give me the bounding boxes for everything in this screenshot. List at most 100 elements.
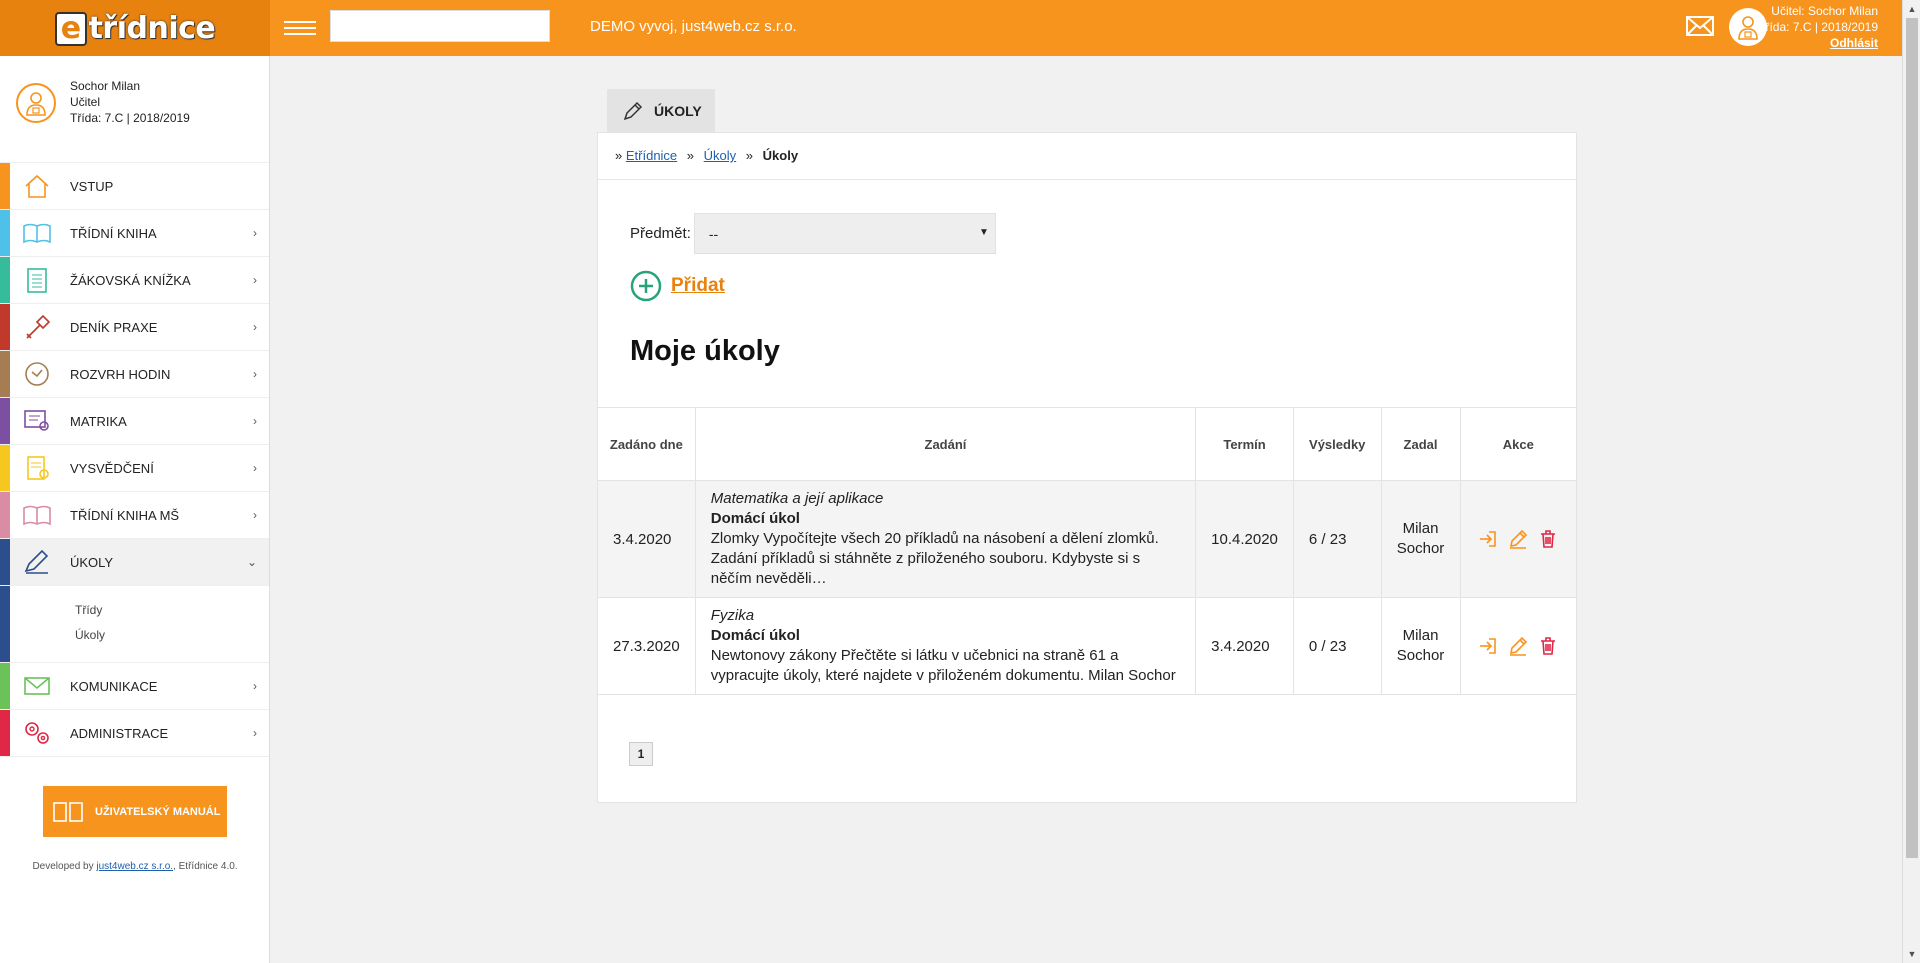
chevron-right-icon: › [253, 367, 257, 381]
tasks-table: Zadáno dne Zadání Termín Výsledky Zadal … [598, 407, 1576, 695]
task-cell: Matematika a její aplikace Domácí úkol Z… [695, 480, 1197, 598]
sidebar-item-tridni-kniha-ms[interactable]: TŘÍDNÍ KNIHA MŠ › [0, 492, 269, 539]
submenu-item-ukoly[interactable]: Úkoly [75, 623, 269, 648]
notebook-icon [27, 268, 47, 293]
col-term[interactable]: Termín [1195, 407, 1294, 481]
scroll-down-icon[interactable]: ▼ [1903, 945, 1920, 963]
sidebar-item-zakovska[interactable]: ŽÁKOVSKÁ KNÍŽKA › [0, 257, 269, 304]
sidebar: Sochor Milan Učitel Třída: 7.C | 2018/20… [0, 56, 270, 963]
subject-select[interactable]: -- ▼ [693, 213, 996, 254]
avatar [16, 83, 56, 123]
scrollbar[interactable]: ▲ ▼ [1902, 0, 1920, 963]
task-type: Domácí úkol [710, 510, 800, 527]
chevron-right-icon: › [253, 461, 257, 475]
task-type: Domácí úkol [710, 627, 800, 644]
sidebar-item-matrika[interactable]: MATRIKA › [0, 398, 269, 445]
scroll-thumb[interactable] [1906, 18, 1918, 858]
user-info: Učitel: Sochor Milan Třída: 7.C | 2018/2… [1758, 4, 1878, 50]
task-term: 10.4.2020 [1195, 480, 1294, 598]
task-subject: Fyzika [710, 607, 755, 624]
table-header: Zadáno dne Zadání Termín Výsledky Zadal … [598, 407, 1576, 481]
user-icon [26, 92, 46, 116]
book-icon [23, 505, 51, 526]
sidebar-item-ukoly[interactable]: ÚKOLY ⌄ [0, 539, 269, 586]
profile: Sochor Milan Učitel Třída: 7.C | 2018/20… [0, 56, 269, 163]
dropdown-arrow-icon: ▼ [978, 227, 989, 238]
content-panel: » Etřídnice » Úkoly » Úkoly Předmět: -- … [597, 132, 1577, 803]
developer-link[interactable]: just4web.cz s.r.o. [96, 861, 173, 872]
chevron-right-icon: › [253, 679, 257, 693]
profile-text: Sochor Milan Učitel Třída: 7.C | 2018/20… [70, 79, 190, 125]
pagination-page-1[interactable]: 1 [629, 742, 653, 766]
add-task-button[interactable]: Přidat [630, 270, 725, 302]
task-subject: Matematika a její aplikace [710, 490, 884, 507]
pen-icon [24, 549, 49, 574]
breadcrumb-link-ukoly[interactable]: Úkoly [704, 148, 737, 163]
task-actions [1460, 597, 1576, 695]
report-icon [27, 456, 49, 480]
edit-icon[interactable] [1508, 529, 1528, 549]
certificate-icon [24, 410, 49, 431]
sidebar-item-rozvrh[interactable]: ROZVRH HODIN › [0, 351, 269, 398]
scroll-up-icon[interactable]: ▲ [1903, 0, 1920, 18]
breadcrumb: » Etřídnice » Úkoly » Úkoly [598, 133, 1576, 180]
task-author: Milan Sochor [1381, 597, 1461, 695]
mail-icon[interactable] [1686, 16, 1714, 36]
logout-link[interactable]: Odhlásit [1830, 36, 1878, 50]
school-name: DEMO vyvoj, just4web.cz s.r.o. [590, 18, 797, 35]
sidebar-item-tridni-kniha[interactable]: TŘÍDNÍ KNIHA › [0, 210, 269, 257]
sidebar-item-vysvedceni[interactable]: VYSVĚDČENÍ › [0, 445, 269, 492]
chevron-right-icon: › [253, 320, 257, 334]
plus-circle-icon [630, 270, 662, 302]
chevron-right-icon: › [253, 273, 257, 287]
user-manual-button[interactable]: UŽIVATELSKÝ MANUÁL [43, 786, 227, 837]
page-title: Moje úkoly [630, 335, 780, 367]
ukoly-submenu: Třídy Úkoly [0, 586, 269, 663]
submenu-item-tridy[interactable]: Třídy [75, 598, 269, 623]
open-icon[interactable] [1478, 529, 1498, 549]
tab-ukoly[interactable]: ÚKOLY [607, 89, 715, 133]
home-icon [25, 174, 49, 198]
top-bar: e třídnice DEMO vyvoj, just4web.cz s.r.o.… [0, 0, 1902, 56]
gears-icon [25, 722, 49, 744]
task-date: 27.3.2020 [598, 597, 696, 695]
delete-icon[interactable] [1538, 636, 1558, 656]
footer-credits: Developed by just4web.cz s.r.o., Etřídni… [32, 861, 238, 872]
task-term: 3.4.2020 [1195, 597, 1294, 695]
col-actions: Akce [1460, 407, 1576, 481]
chevron-right-icon: › [253, 226, 257, 240]
menu-toggle-icon[interactable] [284, 17, 316, 39]
table-row: 27.3.2020 Fyzika Domácí úkol Newtonovy z… [598, 597, 1576, 695]
user-icon [1738, 16, 1758, 40]
subject-filter: Předmět: -- ▼ [630, 213, 996, 254]
search-input[interactable] [330, 10, 550, 42]
sidebar-item-administrace[interactable]: ADMINISTRACE › [0, 710, 269, 757]
pencil-icon [623, 101, 643, 121]
col-date[interactable]: Zadáno dne [598, 407, 696, 481]
col-results[interactable]: Výsledky [1293, 407, 1382, 481]
open-icon[interactable] [1478, 636, 1498, 656]
col-author[interactable]: Zadal [1381, 407, 1461, 481]
sidebar-item-denik-praxe[interactable]: DENÍK PRAXE › [0, 304, 269, 351]
sidebar-item-komunikace[interactable]: KOMUNIKACE › [0, 663, 269, 710]
tools-icon [26, 314, 51, 339]
chevron-right-icon: › [253, 726, 257, 740]
col-task[interactable]: Zadání [695, 407, 1197, 481]
delete-icon[interactable] [1538, 529, 1558, 549]
mail-icon [24, 677, 50, 695]
edit-icon[interactable] [1508, 636, 1528, 656]
task-results: 6 / 23 [1293, 480, 1382, 598]
book-icon [23, 223, 51, 244]
logo-text: e třídnice [54, 11, 216, 46]
main-nav: VSTUP TŘÍDNÍ KNIHA › ŽÁKOVSKÁ KNÍŽKA › D… [0, 163, 269, 757]
subject-label: Předmět: [630, 225, 691, 242]
task-author: Milan Sochor [1381, 480, 1461, 598]
task-description: Zlomky Vypočítejte všech 20 příkladů na … [710, 530, 1159, 587]
task-date: 3.4.2020 [598, 480, 696, 598]
task-results: 0 / 23 [1293, 597, 1382, 695]
breadcrumb-current: Úkoly [762, 148, 799, 163]
breadcrumb-link-etridnice[interactable]: Etřídnice [626, 148, 677, 163]
logo[interactable]: e třídnice [0, 0, 270, 56]
sidebar-item-vstup[interactable]: VSTUP [0, 163, 269, 210]
book-open-icon [53, 801, 83, 822]
